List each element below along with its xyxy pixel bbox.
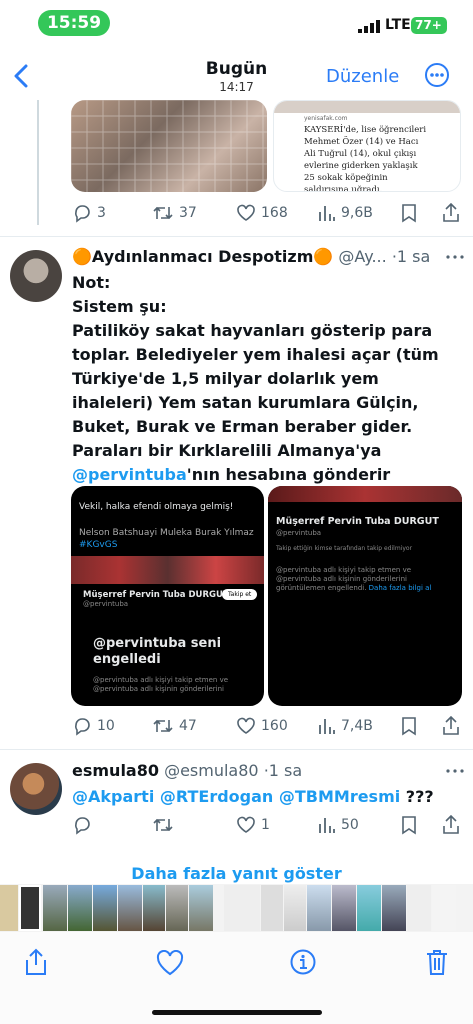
photo-thumbnail[interactable]	[261, 885, 283, 931]
reply-button[interactable]: 10	[72, 716, 115, 736]
article-source: yenisafak.com	[304, 115, 348, 122]
follow-button: Takip et	[222, 589, 258, 600]
views-icon	[319, 206, 335, 221]
avatar[interactable]	[10, 250, 62, 302]
share-icon[interactable]	[441, 716, 461, 736]
photo-thumbnail[interactable]	[93, 885, 117, 931]
photo-thumbnail[interactable]	[166, 885, 188, 931]
tweet3-header: esmula80 @esmula80 ·1 sa	[72, 761, 302, 780]
like-button[interactable]: 160	[236, 716, 288, 736]
thread-line	[37, 100, 39, 225]
share-icon[interactable]	[441, 203, 461, 223]
tweet2-right-image[interactable]: Müşerref Pervin Tuba DURGUT @pervintuba …	[268, 486, 462, 706]
views-button[interactable]: 9,6B	[318, 203, 373, 223]
reply-icon	[75, 817, 90, 835]
photo-thumbnail[interactable]	[68, 885, 92, 931]
avatar[interactable]	[10, 763, 62, 815]
bookmark-icon[interactable]	[400, 716, 418, 736]
photo-thumbnail[interactable]	[224, 885, 260, 931]
views-button[interactable]: 50	[318, 815, 359, 835]
views-icon	[319, 818, 335, 833]
reply-icon	[75, 718, 90, 736]
tweet-text: @Akparti @RTErdogan @TBMMresmi ???	[72, 787, 434, 806]
show-more-replies-link[interactable]: Daha fazla yanıt göster	[0, 864, 473, 883]
photo-thumbnail[interactable]	[19, 885, 41, 931]
tweet-time: ·1 sa	[263, 761, 303, 780]
tweet-more-icon[interactable]	[445, 766, 465, 776]
home-indicator	[152, 1010, 322, 1015]
reply-icon	[75, 205, 90, 223]
photo-thumbnail[interactable]	[284, 885, 306, 931]
photo-thumbnail[interactable]	[307, 885, 331, 931]
blocked-desc: @pervintuba adlı kişiyi takip etmen ve @…	[276, 566, 432, 592]
author-handle[interactable]: @esmula80	[164, 761, 259, 780]
photo-thumbnail[interactable]	[382, 885, 406, 931]
retweet-icon	[153, 818, 173, 832]
bookmark-icon[interactable]	[400, 203, 418, 223]
tweet-time: ·1 sa	[391, 247, 431, 266]
photo-thumbnail[interactable]	[189, 885, 213, 931]
photo-thumbnail[interactable]	[43, 885, 67, 931]
divider	[0, 236, 473, 237]
retweet-icon	[153, 719, 173, 733]
info-icon[interactable]	[290, 949, 316, 975]
divider	[0, 749, 473, 750]
edit-button[interactable]: Düzenle	[326, 66, 399, 87]
battery-indicator: 77+	[411, 17, 447, 34]
photo-thumbnail[interactable]	[0, 885, 18, 931]
nav-subtitle: 14:17	[219, 80, 254, 94]
photo-thumbnail[interactable]	[332, 885, 356, 931]
heart-icon	[237, 816, 255, 833]
retweet-button[interactable]: 37	[152, 203, 197, 223]
photo-thumbnail[interactable]	[357, 885, 381, 931]
network-label: LTE	[385, 17, 411, 33]
retweet-icon	[153, 206, 173, 220]
tweet-more-icon[interactable]	[445, 252, 465, 262]
status-time: 15:59	[38, 10, 110, 36]
retweet-button[interactable]	[152, 815, 174, 835]
retweet-button[interactable]: 47	[152, 716, 197, 736]
author-name[interactable]: 🟠Aydınlanmacı Despotizm🟠	[72, 247, 333, 266]
tweet2-left-image[interactable]: Vekil, halka efendi olmaya gelmiş! Nelso…	[71, 486, 264, 706]
like-button[interactable]: 168	[236, 203, 288, 223]
author-handle[interactable]: @Ay...	[338, 247, 386, 266]
heart-icon	[237, 204, 255, 221]
like-button[interactable]: 1	[236, 815, 270, 835]
tweet-text: Not: Sistem şu: Patiliköy sakat hayvanla…	[72, 273, 439, 484]
photo-thumbnail[interactable]	[118, 885, 142, 931]
article-text: KAYSERİ'de, lise öğrencileri Mehmet Özer…	[304, 125, 427, 192]
share-icon[interactable]	[24, 948, 48, 976]
heart-icon[interactable]	[156, 950, 184, 976]
mention-link[interactable]: @pervintuba	[72, 465, 187, 484]
tweet1-collage-image[interactable]	[71, 100, 267, 192]
photo-thumbnail[interactable]	[143, 885, 165, 931]
heart-icon	[237, 717, 255, 734]
nav-title: Bugün	[205, 59, 268, 79]
views-button[interactable]: 7,4B	[318, 716, 373, 736]
signal-icon	[358, 20, 380, 33]
mention-links[interactable]: @Akparti @RTErdogan @TBMMresmi	[72, 787, 400, 806]
bookmark-icon[interactable]	[400, 815, 418, 835]
more-options-icon[interactable]	[425, 63, 449, 87]
share-icon[interactable]	[441, 815, 461, 835]
photo-thumbnail[interactable]	[432, 885, 456, 931]
tweet2-header: 🟠Aydınlanmacı Despotizm🟠 @Ay... ·1 sa	[72, 247, 464, 266]
author-name[interactable]: esmula80	[72, 761, 159, 780]
tweet1-article-image[interactable]: yenisafak.com KAYSERİ'de, lise öğrencile…	[273, 100, 461, 192]
trash-icon[interactable]	[425, 948, 449, 976]
photo-thumbnail[interactable]	[407, 885, 431, 931]
views-icon	[319, 719, 335, 734]
reply-button[interactable]: 3	[72, 203, 106, 223]
reply-button[interactable]	[72, 815, 92, 835]
